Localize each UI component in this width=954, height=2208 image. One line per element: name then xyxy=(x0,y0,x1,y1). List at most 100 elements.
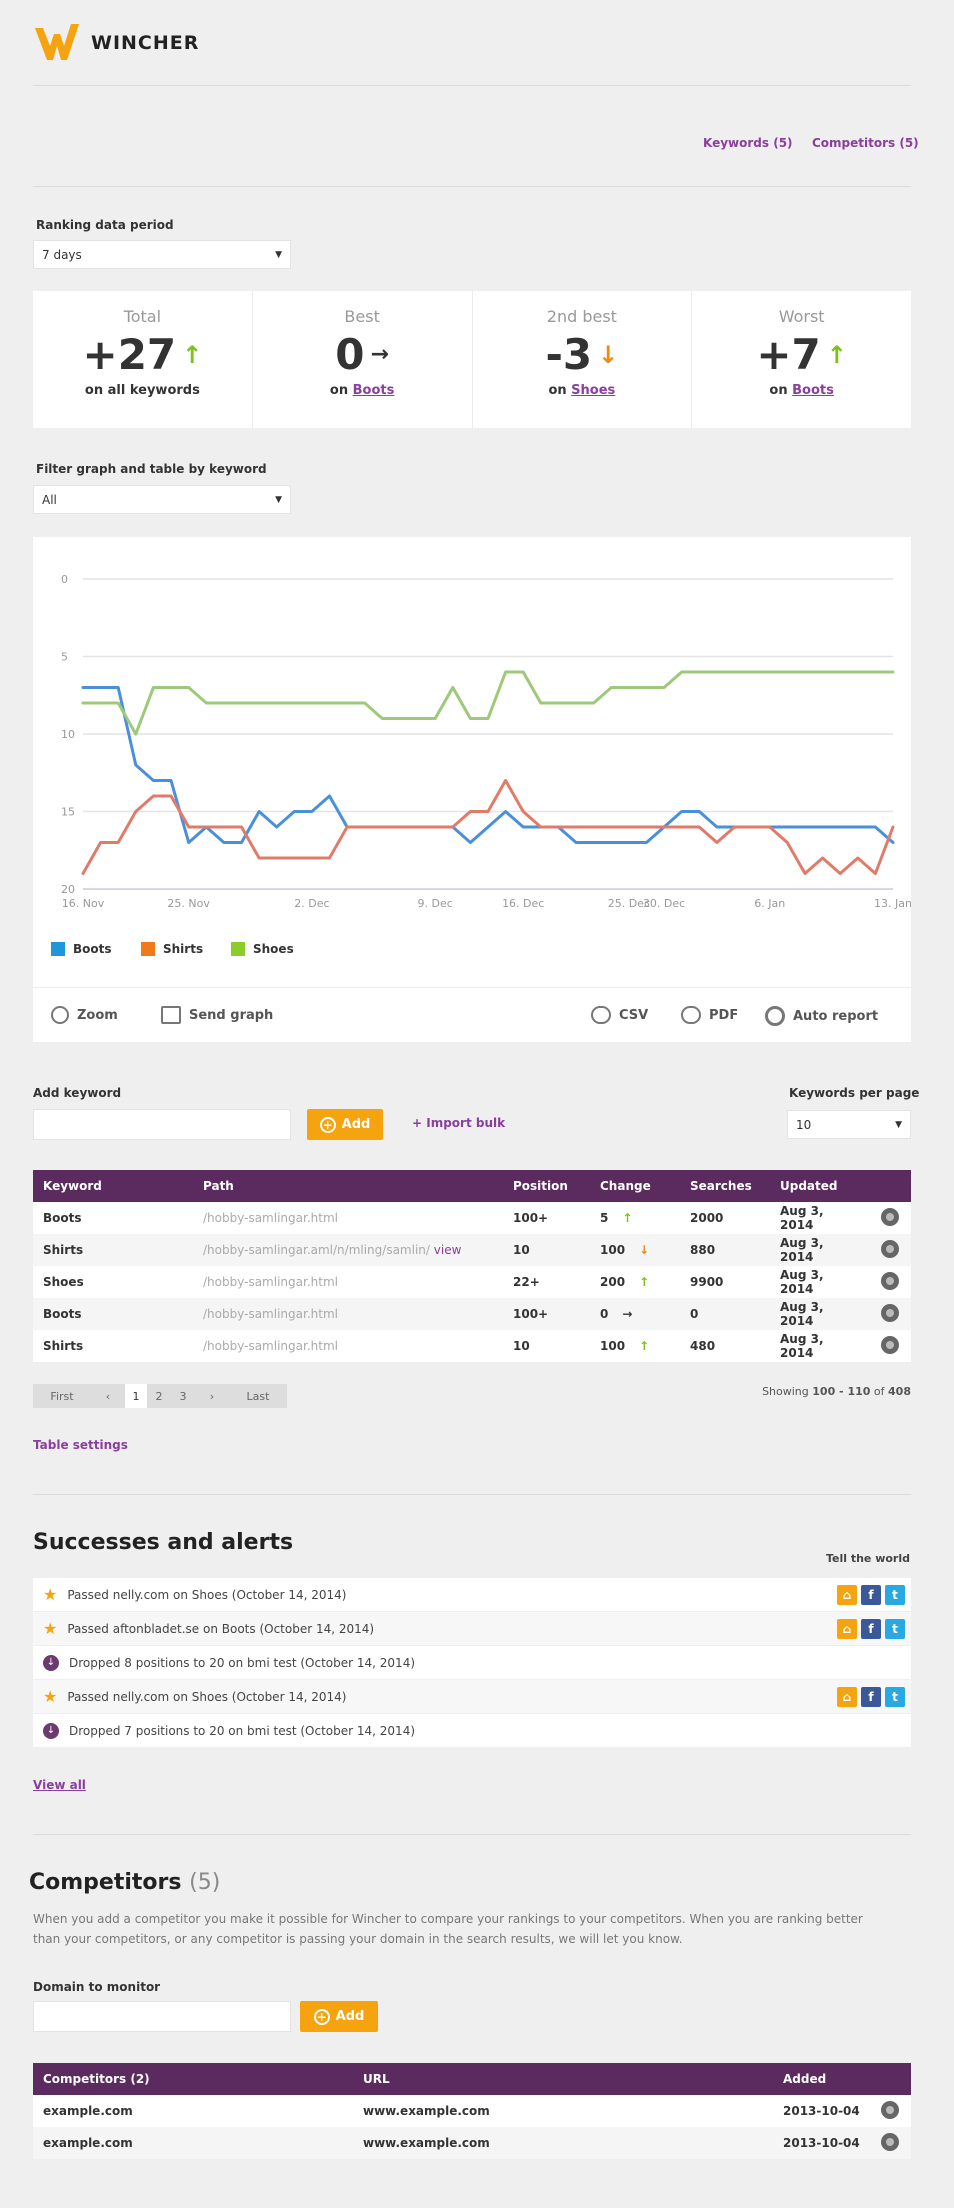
zoom-button[interactable]: Zoom xyxy=(51,1006,118,1024)
x-tick-label: 25. Nov xyxy=(167,897,210,910)
page-3-button[interactable]: 3 xyxy=(171,1384,195,1408)
showing-of: of xyxy=(873,1385,885,1398)
settings-icon[interactable] xyxy=(881,1271,899,1290)
filter-label: Filter graph and table by keyword xyxy=(36,462,267,476)
last-page-button[interactable]: Last xyxy=(229,1384,287,1408)
zoom-icon xyxy=(51,1006,69,1024)
first-page-button[interactable]: First xyxy=(33,1384,91,1408)
add-competitor-button-label: Add xyxy=(335,2009,365,2024)
table-settings-link[interactable]: Table settings xyxy=(33,1438,128,1452)
per-page-label: Keywords per page xyxy=(789,1086,920,1100)
legend-label[interactable]: Shoes xyxy=(253,942,294,956)
domain-input[interactable] xyxy=(33,2001,291,2032)
chevron-down-icon: ▼ xyxy=(895,1119,902,1130)
nav-competitors-link[interactable]: Competitors (5) xyxy=(812,136,919,150)
col-added[interactable]: Added xyxy=(773,2063,871,2095)
settings-icon[interactable] xyxy=(881,2132,899,2151)
table-row[interactable]: example.com www.example.com 2013-10-04 xyxy=(33,2127,911,2159)
add-keyword-button[interactable]: + Add xyxy=(307,1109,383,1140)
col-url[interactable]: URL xyxy=(353,2063,773,2095)
table-row[interactable]: Shirts /hobby-samlingar.html 10 100 ↑ 480… xyxy=(33,1330,911,1362)
view-all-link[interactable]: View all xyxy=(33,1778,86,1792)
table-row[interactable]: Shoes /hobby-samlingar.html 22+ 200 ↑ 990… xyxy=(33,1266,911,1298)
share-icon[interactable]: ⌂ xyxy=(837,1687,857,1707)
brand-name: WINCHER xyxy=(91,32,200,54)
series-line-shoes[interactable] xyxy=(81,670,895,736)
twitter-icon[interactable]: t xyxy=(885,1585,905,1605)
stat-keyword-link[interactable]: Boots xyxy=(792,383,834,398)
auto-report-button[interactable]: Auto report xyxy=(765,1006,878,1026)
cell-competitor: example.com xyxy=(33,2127,353,2159)
section-divider xyxy=(33,1494,911,1495)
settings-icon[interactable] xyxy=(881,2100,899,2119)
settings-icon[interactable] xyxy=(881,1239,899,1258)
import-bulk-link[interactable]: + Import bulk xyxy=(412,1116,505,1130)
tell-the-world-label: Tell the world xyxy=(825,1552,910,1565)
share-icon[interactable]: ⌂ xyxy=(837,1585,857,1605)
facebook-icon[interactable]: f xyxy=(861,1687,881,1707)
filter-select[interactable]: All ▼ xyxy=(33,485,291,514)
stat-sub-prefix: on all keywords xyxy=(84,383,200,398)
table-row[interactable]: Boots /hobby-samlingar.html 100+ 5 ↑ 2000… xyxy=(33,1202,911,1234)
col-keyword[interactable]: Keyword xyxy=(33,1170,193,1202)
pdf-button[interactable]: PDF xyxy=(681,1006,738,1024)
logo[interactable]: WINCHER xyxy=(33,22,199,64)
period-select[interactable]: 7 days ▼ xyxy=(33,240,291,269)
stat-title: 2nd best xyxy=(546,307,617,326)
cell-change: 5 ↑ xyxy=(590,1202,680,1234)
page-2-button[interactable]: 2 xyxy=(147,1384,171,1408)
cell-change-value: 0 xyxy=(600,1307,609,1321)
stat-card: Best 0 → on Boots xyxy=(253,291,473,428)
facebook-icon[interactable]: f xyxy=(861,1585,881,1605)
keyword-input[interactable] xyxy=(33,1109,291,1140)
col-path[interactable]: Path xyxy=(193,1170,503,1202)
keyword-table-header: Keyword Path Position Change Searches Up… xyxy=(33,1170,911,1202)
col-actions xyxy=(871,1170,911,1202)
col-searches[interactable]: Searches xyxy=(680,1170,770,1202)
ranking-chart-plot: 0 5 10 15 2016. Nov 25. Nov 2. Dec 9. Dec 16. De… xyxy=(51,573,912,956)
col-updated[interactable]: Updated xyxy=(770,1170,871,1202)
legend-swatch[interactable] xyxy=(141,942,155,956)
settings-icon[interactable] xyxy=(881,1303,899,1322)
legend-swatch[interactable] xyxy=(231,942,245,956)
stat-keyword-link[interactable]: Shoes xyxy=(571,383,615,398)
facebook-icon[interactable]: f xyxy=(861,1619,881,1639)
view-link[interactable]: view xyxy=(434,1243,462,1257)
add-keyword-label: Add keyword xyxy=(33,1086,122,1100)
legend-label[interactable]: Shirts xyxy=(163,942,203,956)
nav-keywords-link[interactable]: Keywords (5) xyxy=(703,136,793,150)
y-tick-label: 0 xyxy=(61,573,68,586)
col-competitor[interactable]: Competitors (2) xyxy=(33,2063,353,2095)
chevron-down-icon: ▼ xyxy=(275,494,282,505)
settings-icon[interactable] xyxy=(881,1207,899,1226)
twitter-icon[interactable]: t xyxy=(885,1687,905,1707)
prev-page-button[interactable]: ‹ xyxy=(91,1384,125,1408)
per-page-select[interactable]: 10 ▼ xyxy=(787,1110,911,1139)
settings-icon[interactable] xyxy=(881,1335,899,1354)
col-position[interactable]: Position xyxy=(503,1170,590,1202)
legend-label[interactable]: Boots xyxy=(73,942,112,956)
share-buttons: ⌂ f t xyxy=(837,1585,905,1605)
send-graph-button[interactable]: Send graph xyxy=(161,1006,273,1024)
stat-card: Worst +7 ↑ on Boots xyxy=(692,291,911,428)
series-line-boots[interactable] xyxy=(81,686,895,844)
pdf-label: PDF xyxy=(709,1007,739,1023)
csv-button[interactable]: CSV xyxy=(591,1006,648,1024)
stat-sub-prefix: on xyxy=(769,383,788,398)
twitter-icon[interactable]: t xyxy=(885,1619,905,1639)
add-competitor-button[interactable]: + Add xyxy=(300,2001,378,2032)
table-row[interactable]: Shirts /hobby-samlingar.aml/n/mling/saml… xyxy=(33,1234,911,1266)
cell-change-value: 100 xyxy=(600,1243,626,1257)
legend-swatch[interactable] xyxy=(51,942,65,956)
send-graph-label: Send graph xyxy=(189,1007,274,1023)
next-page-button[interactable]: › xyxy=(195,1384,229,1408)
table-row[interactable]: example.com www.example.com 2013-10-04 xyxy=(33,2095,911,2127)
page-1-button[interactable]: 1 xyxy=(125,1384,147,1408)
stat-keyword-link[interactable]: Boots xyxy=(353,383,395,398)
col-change[interactable]: Change xyxy=(590,1170,680,1202)
y-tick-label: 15 xyxy=(61,806,75,819)
table-row[interactable]: Boots /hobby-samlingar.html 100+ 0 → 0 Au… xyxy=(33,1298,911,1330)
plus-icon: + xyxy=(319,1116,336,1133)
cell-keyword: Shirts xyxy=(33,1330,193,1362)
share-icon[interactable]: ⌂ xyxy=(837,1619,857,1639)
